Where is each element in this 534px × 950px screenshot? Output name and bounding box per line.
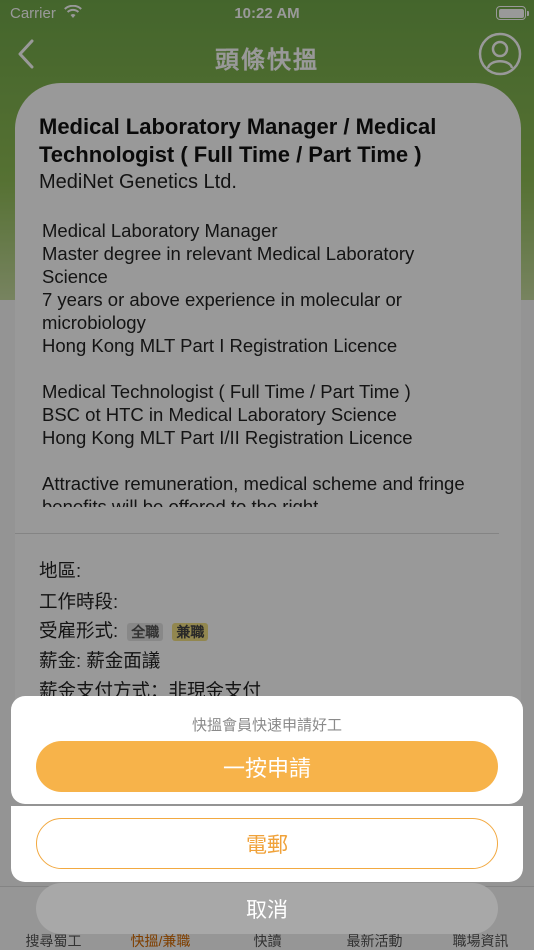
email-option-group: 電郵 — [11, 806, 523, 882]
one-click-apply-button[interactable]: 一按申請 — [36, 741, 498, 792]
email-button[interactable]: 電郵 — [36, 818, 498, 869]
cancel-button[interactable]: 取消 — [36, 883, 498, 934]
action-sheet: 快搵會員快速申請好工 一按申請 — [11, 696, 523, 804]
action-sheet-message: 快搵會員快速申請好工 — [191, 717, 342, 734]
